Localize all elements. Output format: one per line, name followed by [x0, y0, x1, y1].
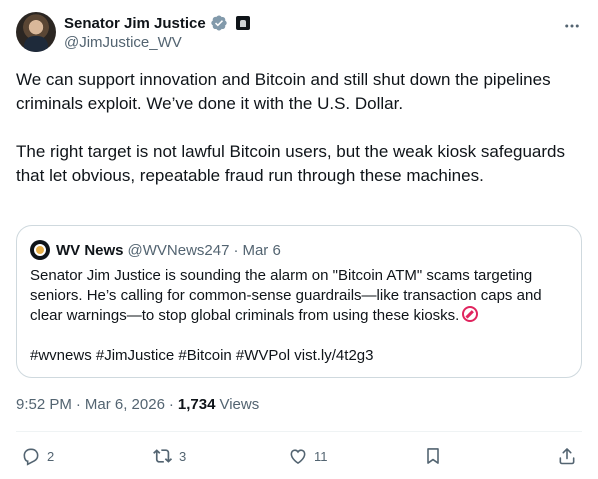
quoted-tweet-body: Senator Jim Justice is sounding the alar… — [30, 266, 570, 366]
views-count: 1,734 — [177, 395, 216, 413]
like-count: 11 — [314, 448, 328, 464]
author-handle[interactable]: @JimJustice_WV — [64, 34, 182, 51]
quoted-author-name: WV News — [56, 241, 124, 259]
bookmark-icon — [427, 448, 439, 464]
reply-count: 2 — [47, 448, 55, 464]
tweet-paragraph-1: We can support innovation and Bitcoin an… — [16, 70, 551, 113]
author-display-name[interactable]: Senator Jim Justice — [64, 15, 206, 32]
like-button[interactable]: 11 — [288, 442, 328, 470]
bookmark-button[interactable] — [423, 442, 443, 470]
no-entry-emoji-icon — [462, 306, 479, 322]
quoted-tweet-header: WV News @WVNews247 · Mar 6 — [30, 240, 281, 260]
tweet-header: Senator Jim Justice @JimJustice_WV — [16, 12, 582, 54]
meta-separator-2: · — [168, 395, 174, 413]
author-name-row: Senator Jim Justice — [64, 13, 250, 33]
repost-button[interactable]: 3 — [153, 442, 186, 470]
repost-count: 3 — [179, 448, 187, 464]
quoted-tweet[interactable]: WV News @WVNews247 · Mar 6 Senator Jim J… — [16, 225, 582, 378]
quoted-author-avatar — [30, 240, 50, 260]
quoted-author-handle: @WVNews247 — [127, 241, 230, 259]
quoted-tags: #wvnews #JimJustice #Bitcoin #WVPol vist… — [30, 347, 374, 364]
share-button[interactable] — [557, 442, 577, 470]
quoted-text-paragraph: Senator Jim Justice is sounding the alar… — [30, 266, 570, 326]
tweet-time[interactable]: 9:52 PM — [16, 396, 72, 413]
more-icon[interactable] — [562, 16, 582, 36]
tweet-date[interactable]: Mar 6, 2026 — [85, 396, 165, 413]
reply-icon — [23, 448, 39, 466]
meta-separator: · — [75, 395, 81, 413]
action-bar: 2 3 11 — [16, 442, 582, 470]
government-badge-icon — [235, 16, 250, 30]
like-icon — [290, 449, 306, 465]
quoted-separator: · — [233, 241, 239, 259]
reply-button[interactable]: 2 — [21, 442, 54, 470]
verified-badge-icon[interactable] — [210, 14, 228, 32]
views-label: Views — [219, 395, 260, 413]
share-icon — [559, 448, 575, 465]
tweet-meta: 9:52 PM · Mar 6, 2026 · 1,734 Views — [16, 394, 259, 414]
tweet-paragraph-2: The right target is not lawful Bitcoin u… — [16, 142, 565, 185]
tweet-text: We can support innovation and Bitcoin an… — [16, 68, 576, 188]
author-avatar[interactable] — [16, 12, 56, 52]
repost-icon — [153, 449, 173, 463]
quoted-date: Mar 6 — [242, 241, 281, 259]
divider — [16, 431, 582, 432]
